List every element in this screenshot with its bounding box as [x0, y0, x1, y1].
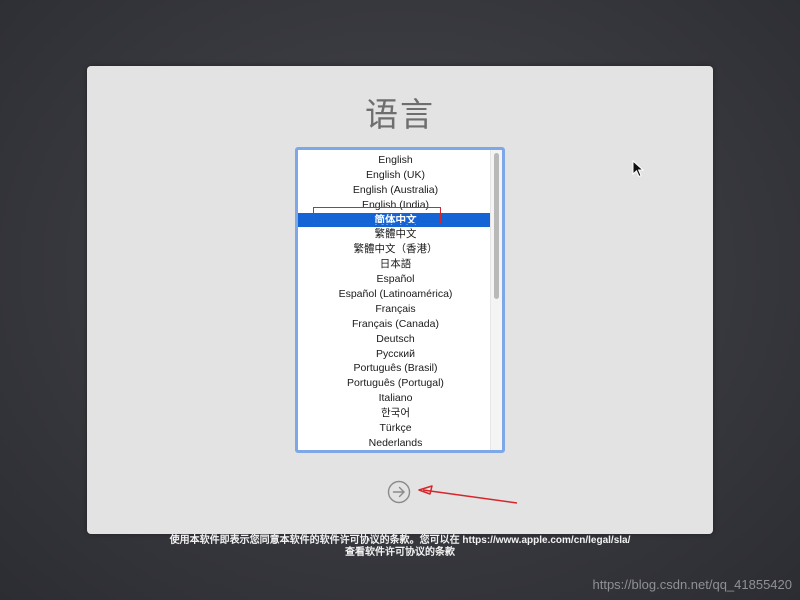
language-option[interactable]: 한국어 — [298, 406, 493, 421]
language-option[interactable]: 繁體中文（香港） — [298, 242, 493, 257]
license-notice-text: 使用本软件即表示您同意本软件的软件许可协议的条款。您可以在 — [169, 535, 463, 546]
license-notice-line1: 使用本软件即表示您同意本软件的软件许可协议的条款。您可以在 https://ww… — [0, 535, 800, 547]
language-option[interactable]: Français (Canada) — [298, 317, 493, 332]
annotation-highlight-box — [313, 207, 441, 224]
language-option[interactable]: Português (Brasil) — [298, 361, 493, 376]
watermark: https://blog.csdn.net/qq_41855420 — [592, 577, 793, 592]
annotation-arrow-icon — [418, 485, 518, 504]
language-option[interactable]: Русский — [298, 347, 493, 362]
language-option[interactable]: English (UK) — [298, 168, 493, 183]
arrow-right-circle-icon — [387, 480, 411, 504]
language-option[interactable]: Türkçe — [298, 421, 493, 436]
language-option[interactable]: Deutsch — [298, 332, 493, 347]
language-list: English English (UK) English (Australia) En… — [298, 153, 493, 450]
language-option[interactable]: 日本語 — [298, 257, 493, 272]
mouse-pointer-icon — [632, 160, 644, 178]
language-option[interactable]: English (Australia) — [298, 183, 493, 198]
language-option[interactable]: Français — [298, 302, 493, 317]
page-title: 语言 — [365, 95, 435, 134]
scrollbar[interactable] — [490, 150, 502, 450]
language-option[interactable]: 繁體中文 — [298, 227, 493, 242]
license-notice-line2: 查看软件许可协议的条款 — [345, 547, 455, 558]
language-option[interactable]: Español — [298, 272, 493, 287]
language-option[interactable]: English — [298, 153, 493, 168]
language-listbox[interactable]: English English (UK) English (Australia) En… — [295, 147, 505, 453]
language-option[interactable]: Português (Portugal) — [298, 376, 493, 391]
continue-button[interactable] — [387, 480, 411, 504]
language-option[interactable]: Nederlands — [298, 436, 493, 450]
license-link[interactable]: https://www.apple.com/cn/legal/sla/ — [462, 535, 630, 546]
language-option[interactable]: Español (Latinoamérica) — [298, 287, 493, 302]
scrollbar-thumb[interactable] — [494, 153, 499, 299]
language-option[interactable]: Italiano — [298, 391, 493, 406]
